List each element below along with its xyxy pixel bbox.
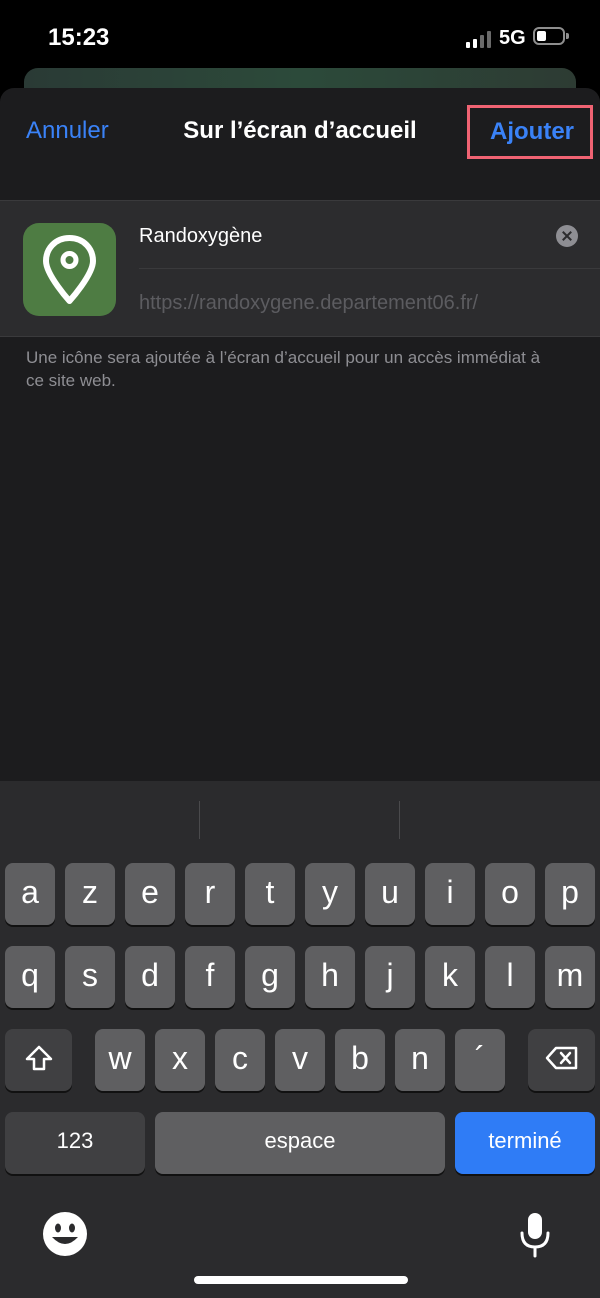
key-x[interactable]: x <box>155 1029 205 1091</box>
app-icon <box>23 223 116 316</box>
numbers-key[interactable]: 123 <box>5 1112 145 1174</box>
key-r[interactable]: r <box>185 863 235 925</box>
keyboard: a z e r t y u i o p q s d f g h j k l m … <box>0 781 600 1298</box>
info-text: Une icône sera ajoutée à l’écran d’accue… <box>26 348 541 390</box>
status-bar: 15:23 5G <box>0 0 600 76</box>
suggestion-bar <box>0 781 600 859</box>
delete-key[interactable] <box>528 1029 595 1091</box>
key-p[interactable]: p <box>545 863 595 925</box>
key-c[interactable]: c <box>215 1029 265 1091</box>
signal-icon <box>466 30 491 48</box>
key-l[interactable]: l <box>485 946 535 1008</box>
key-m[interactable]: m <box>545 946 595 1008</box>
backspace-icon <box>545 1046 577 1070</box>
suggestion-divider <box>199 801 200 839</box>
key-e[interactable]: e <box>125 863 175 925</box>
location-pin-icon <box>43 235 96 304</box>
suggestion-divider <box>399 801 400 839</box>
key-a[interactable]: a <box>5 863 55 925</box>
add-button-highlight: Ajouter <box>467 105 593 159</box>
key-s[interactable]: s <box>65 946 115 1008</box>
key-k[interactable]: k <box>425 946 475 1008</box>
key-y[interactable]: y <box>305 863 355 925</box>
key-g[interactable]: g <box>245 946 295 1008</box>
home-indicator[interactable] <box>194 1276 408 1284</box>
key-v[interactable]: v <box>275 1029 325 1091</box>
key-u[interactable]: u <box>365 863 415 925</box>
key-h[interactable]: h <box>305 946 355 1008</box>
key-o[interactable]: o <box>485 863 535 925</box>
navigation-bar: Annuler Sur l’écran d’accueil Ajouter <box>0 88 600 176</box>
key-t[interactable]: t <box>245 863 295 925</box>
shift-key[interactable] <box>5 1029 72 1091</box>
key-b[interactable]: b <box>335 1029 385 1091</box>
bookmark-name-field[interactable]: Randoxygène <box>139 225 262 248</box>
divider <box>139 268 600 269</box>
key-i[interactable]: i <box>425 863 475 925</box>
key-acute-accent[interactable]: ´ <box>455 1029 505 1091</box>
done-key[interactable]: terminé <box>455 1112 595 1174</box>
bookmark-card: Randoxygène https://randoxygene.departem… <box>0 200 600 337</box>
space-key[interactable]: espace <box>155 1112 445 1174</box>
shift-icon <box>25 1045 52 1071</box>
battery-icon <box>533 27 569 45</box>
key-z[interactable]: z <box>65 863 115 925</box>
key-d[interactable]: d <box>125 946 175 1008</box>
key-f[interactable]: f <box>185 946 235 1008</box>
key-w[interactable]: w <box>95 1029 145 1091</box>
status-time: 15:23 <box>48 24 110 51</box>
key-j[interactable]: j <box>365 946 415 1008</box>
clear-text-icon[interactable] <box>556 225 578 247</box>
bookmark-url: https://randoxygene.departement06.fr/ <box>139 292 479 314</box>
emoji-icon[interactable] <box>42 1211 88 1262</box>
key-q[interactable]: q <box>5 946 55 1008</box>
add-button[interactable]: Ajouter <box>490 118 574 146</box>
cancel-button[interactable]: Annuler <box>26 117 109 145</box>
network-type: 5G <box>499 27 526 49</box>
microphone-icon[interactable] <box>518 1211 552 1264</box>
key-n[interactable]: n <box>395 1029 445 1091</box>
